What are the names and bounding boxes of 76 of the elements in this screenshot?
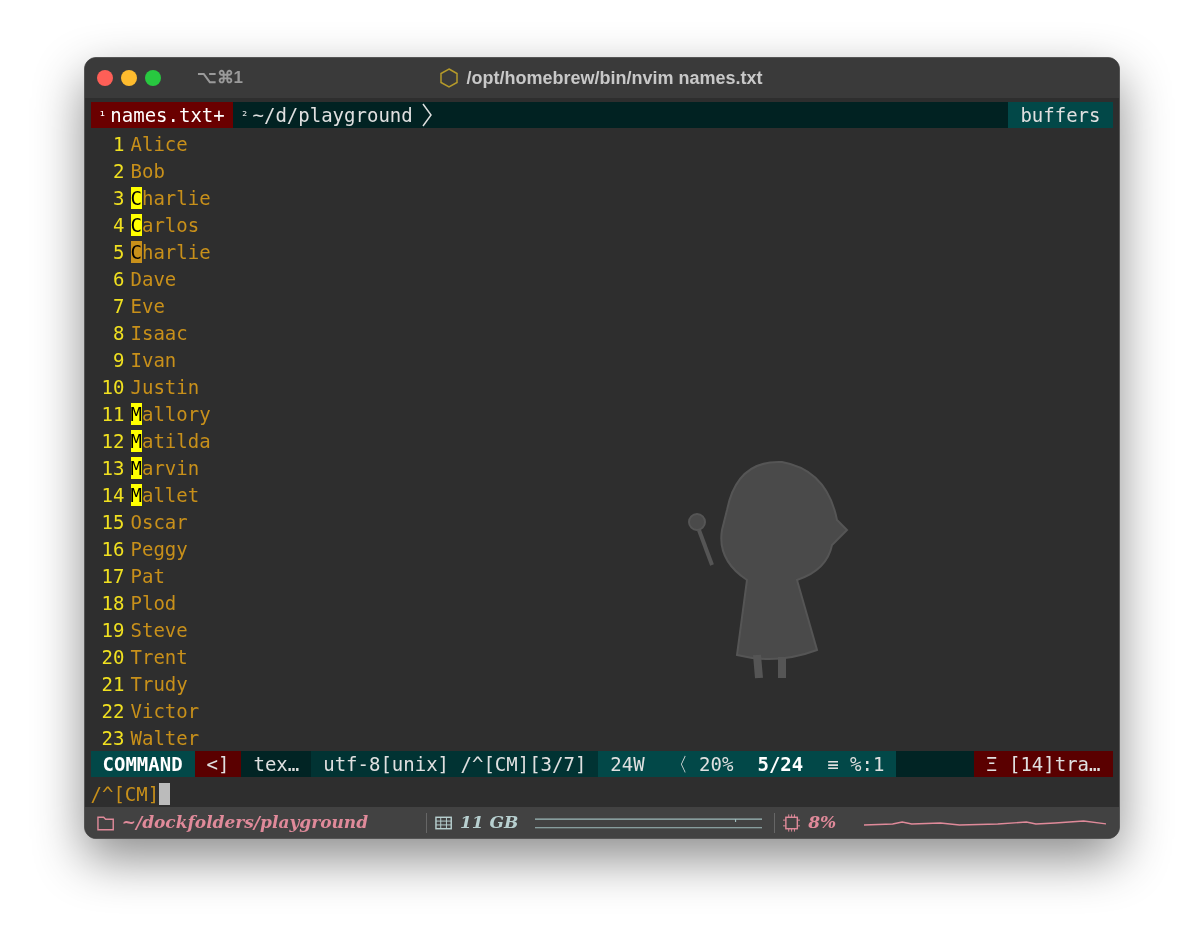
- text-line: Victor: [130, 698, 200, 724]
- cursor-block: [159, 783, 171, 806]
- status-segment: 〈 20%: [656, 751, 746, 778]
- text-line: Steve: [130, 617, 188, 643]
- line-number: 16: [100, 536, 126, 562]
- line-number: 15: [100, 509, 126, 535]
- text-line: Marvin: [130, 455, 200, 481]
- tab-index: ¹: [98, 106, 107, 125]
- cpu-icon: [782, 813, 801, 832]
- text-line: Trent: [130, 644, 188, 670]
- minimize-button[interactable]: [120, 70, 137, 87]
- line-number: 1: [112, 131, 126, 157]
- buffer-tab[interactable]: ² ~/d/playground: [232, 102, 421, 129]
- line-number: 23: [100, 725, 126, 751]
- tab-label: ~/d/playground: [252, 103, 413, 129]
- text-line: Plod: [130, 590, 177, 616]
- text-line: Matilda: [130, 428, 211, 454]
- command-line[interactable]: /^[CM]: [90, 780, 160, 809]
- tab-index: ²: [240, 106, 249, 125]
- mode-indicator: COMMAND: [90, 751, 195, 778]
- buffer-tab[interactable]: ¹ names.txt+: [90, 102, 233, 129]
- memory-label: 11 GB: [459, 810, 520, 834]
- line-number: 3: [112, 185, 126, 211]
- line-number: 2: [112, 158, 126, 184]
- text-line: Charlie: [130, 185, 211, 211]
- text-line: Eve: [130, 293, 165, 319]
- hexagon-icon: [440, 68, 459, 89]
- window-title: /opt/homebrew/bin/nvim names.txt: [466, 66, 763, 90]
- line-number: 14: [100, 482, 126, 508]
- text-line: Mallet: [130, 482, 200, 508]
- text-line: Justin: [130, 374, 200, 400]
- line-number: 22: [100, 698, 126, 724]
- line-number: 8: [112, 320, 126, 346]
- buffers-label: buffers: [1008, 102, 1113, 129]
- line-number: 10: [100, 374, 126, 400]
- text-line: Pat: [130, 563, 165, 589]
- folder-icon: [96, 814, 114, 831]
- text-line: Bob: [130, 158, 165, 184]
- text-line: Mallory: [130, 401, 211, 427]
- status-segment: <]: [194, 751, 242, 778]
- line-number: 9: [112, 347, 126, 373]
- status-segment: utf-8[unix] /^[CM][3/7]: [311, 751, 599, 778]
- zoom-button[interactable]: [144, 70, 161, 87]
- text-line: Walter: [130, 725, 200, 751]
- shortcut-label: ⌥⌘1: [196, 67, 243, 90]
- close-button[interactable]: [96, 70, 113, 87]
- line-number: 12: [100, 428, 126, 454]
- text-line: Isaac: [130, 320, 188, 346]
- tab-label: names.txt+: [110, 103, 225, 129]
- text-line: Dave: [130, 266, 177, 292]
- line-number: 18: [100, 590, 126, 616]
- text-line: Alice: [130, 131, 188, 157]
- memory-icon: [434, 814, 452, 831]
- text-line: Charlie: [130, 239, 211, 265]
- line-number: 20: [100, 644, 126, 670]
- line-number: 21: [100, 671, 126, 697]
- line-number: 13: [100, 455, 126, 481]
- text-line: Carlos: [130, 212, 200, 238]
- line-number: 7: [112, 293, 126, 319]
- text-line: Oscar: [130, 509, 188, 535]
- text-line: Peggy: [130, 536, 188, 562]
- line-number: 6: [112, 266, 126, 292]
- line-number: 19: [100, 617, 126, 643]
- line-number: 17: [100, 563, 126, 589]
- status-segment: Ξ [14]tra…: [974, 751, 1113, 778]
- path-label: ~/dockfolders/playground: [121, 810, 370, 834]
- text-line: Ivan: [130, 347, 177, 373]
- status-segment: 24W: [598, 751, 657, 778]
- text-line: Trudy: [130, 671, 188, 697]
- chevron-icon: [420, 103, 433, 128]
- line-number: 4: [112, 212, 126, 238]
- status-segment: ≡ %:1: [815, 751, 897, 778]
- status-segment: 5/24: [745, 751, 816, 778]
- line-number: 11: [100, 401, 126, 427]
- line-number: 5: [112, 239, 126, 265]
- cpu-label: 8%: [808, 810, 838, 834]
